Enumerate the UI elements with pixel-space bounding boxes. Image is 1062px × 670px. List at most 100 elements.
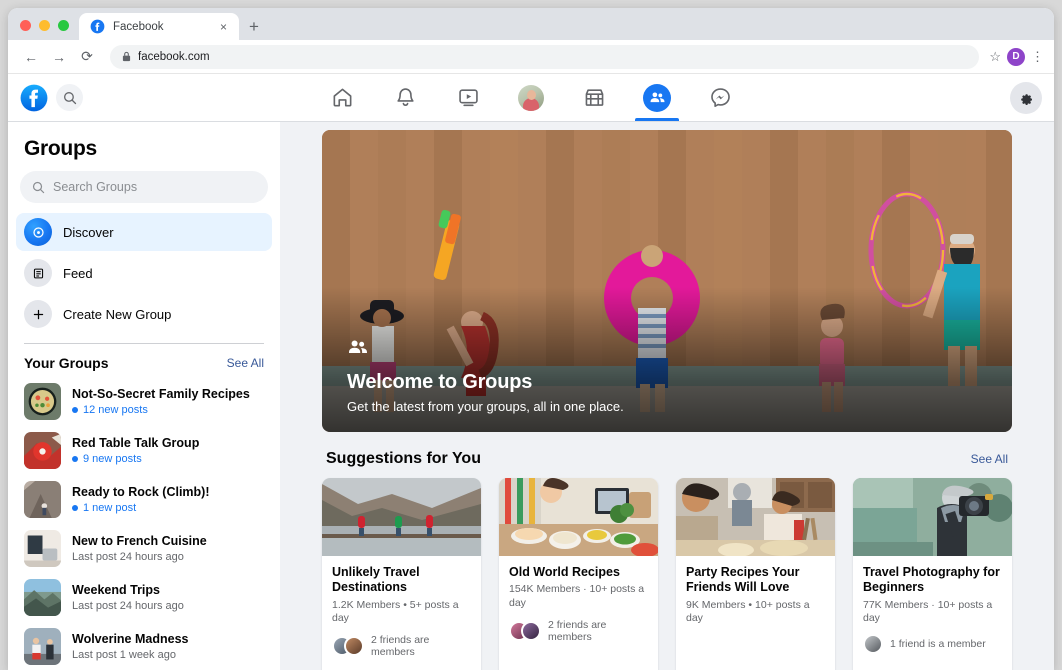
lock-icon	[122, 51, 131, 62]
facebook-header	[8, 74, 1054, 185]
group-info: New to French Cuisine Last post 24 hours…	[72, 534, 207, 564]
card-meta: 77K Members · 10+ posts a day	[863, 598, 993, 625]
group-thumbnail	[24, 383, 61, 420]
group-meta: 12 new posts	[72, 404, 250, 416]
group-info: Not-So-Secret Family Recipes 12 new post…	[72, 387, 250, 416]
feed-icon	[24, 259, 52, 287]
sidebar-item-label: Feed	[63, 265, 93, 281]
group-meta-text: Last post 1 week ago	[72, 649, 176, 662]
window-controls[interactable]	[16, 20, 79, 40]
suggestion-cards: Unlikely Travel Destinations 1.2K Member…	[322, 478, 1012, 670]
nav-notifications[interactable]	[379, 75, 431, 121]
bookmark-star-icon[interactable]: ☆	[989, 49, 1001, 65]
suggestions-see-all-link[interactable]: See All	[971, 452, 1008, 466]
list-item[interactable]: New to French Cuisine Last post 24 hours…	[16, 524, 272, 573]
header-nav	[316, 74, 746, 121]
group-name: Weekend Trips	[72, 582, 160, 597]
friend-avatars	[332, 636, 364, 657]
header-left	[20, 84, 83, 112]
suggestion-card[interactable]: Old World Recipes 154K Members · 10+ pos…	[499, 478, 658, 670]
sidebar-item-create-new-group[interactable]: Create New Group	[16, 295, 272, 333]
group-thumbnail	[24, 481, 61, 518]
close-tab-icon[interactable]: ×	[217, 19, 230, 35]
group-name: Ready to Rock (Climb)!	[72, 484, 210, 499]
nav-home[interactable]	[316, 75, 368, 121]
group-meta-text: Last post 24 hours ago	[72, 551, 184, 564]
browser-menu-icon[interactable]: ⋮	[1031, 50, 1044, 63]
group-name: Red Table Talk Group	[72, 435, 200, 450]
minimize-window-button[interactable]	[39, 20, 50, 31]
forward-icon[interactable]: →	[46, 44, 72, 70]
reload-icon[interactable]: ⟳	[74, 44, 100, 70]
hero-subtitle: Get the latest from your groups, all in …	[347, 399, 624, 414]
card-friends: 2 friends are members	[332, 634, 471, 658]
sidebar-item-label: Discover	[63, 224, 114, 240]
suggestion-card[interactable]: Travel Photography for Beginners 77K Mem…	[853, 478, 1012, 670]
group-info: Wolverine Madness Last post 1 week ago	[72, 632, 188, 662]
new-tab-button[interactable]: +	[239, 18, 269, 40]
friend-avatars	[509, 620, 541, 641]
card-meta: 154K Members · 10+ posts a day	[509, 583, 645, 610]
hero-groups-icon	[347, 336, 624, 363]
list-item[interactable]: Ready to Rock (Climb)! 1 new post	[16, 475, 272, 524]
browser-window: Facebook × + ← → ⟳ facebook.com ☆ D ⋮ Gr…	[8, 8, 1054, 670]
your-groups-see-all-link[interactable]: See All	[227, 356, 264, 370]
card-meta: 9K Members • 10+ posts a day	[686, 598, 810, 625]
group-meta: 9 new posts	[72, 453, 199, 465]
nav-groups[interactable]	[631, 75, 683, 121]
your-groups-header: Your Groups See All	[16, 344, 272, 377]
card-body: Party Recipes Your Friends Will Love 9K …	[676, 556, 835, 670]
list-item[interactable]: Red Table Talk Group 9 new posts	[16, 426, 272, 475]
group-thumbnail	[24, 579, 61, 616]
nav-watch[interactable]	[442, 75, 494, 121]
group-meta: Last post 1 week ago	[72, 649, 188, 661]
group-name: Wolverine Madness	[72, 631, 189, 646]
video-icon	[458, 89, 478, 107]
bell-icon	[396, 88, 414, 106]
discover-icon	[24, 218, 52, 246]
card-title: Travel Photography for Beginners	[863, 565, 1000, 595]
card-body: Unlikely Travel Destinations 1.2K Member…	[322, 556, 481, 670]
search-icon	[32, 181, 45, 193]
group-meta-text: Last post 24 hours ago	[72, 600, 184, 613]
list-item[interactable]: Not-So-Secret Family Recipes 12 new post…	[16, 377, 272, 426]
suggestion-card[interactable]: Unlikely Travel Destinations 1.2K Member…	[322, 478, 481, 670]
list-item[interactable]: Wolverine Madness Last post 1 week ago	[16, 622, 272, 670]
group-meta-text: 9 new posts	[83, 453, 142, 466]
card-title: Party Recipes Your Friends Will Love	[686, 565, 800, 595]
search-groups-input[interactable]: Search Groups	[20, 171, 268, 203]
avatar	[518, 84, 544, 111]
main-content: Welcome to Groups Get the latest from yo…	[280, 122, 1054, 670]
page-title: Groups	[24, 137, 97, 160]
nav-messenger[interactable]	[694, 75, 746, 121]
nav-marketplace[interactable]	[568, 75, 620, 121]
sidebar-item-discover[interactable]: Discover	[16, 213, 272, 251]
group-meta-text: 1 new post	[83, 502, 137, 515]
suggestions-heading: Suggestions for You	[326, 450, 481, 467]
settings-button[interactable]	[1010, 81, 1042, 114]
group-meta-text: 12 new posts	[83, 404, 148, 417]
address-bar[interactable]: facebook.com	[110, 44, 980, 69]
hero-title: Welcome to Groups	[347, 371, 533, 393]
nav-profile[interactable]	[505, 75, 557, 121]
list-item[interactable]: Weekend Trips Last post 24 hours ago	[16, 573, 272, 622]
group-thumbnail	[24, 530, 61, 567]
card-body: Old World Recipes 154K Members · 10+ pos…	[499, 556, 658, 670]
suggestion-card[interactable]: Party Recipes Your Friends Will Love 9K …	[676, 478, 835, 670]
card-friends: 2 friends are members	[509, 619, 648, 643]
sidebar-item-feed[interactable]: Feed	[16, 254, 272, 292]
group-meta: Last post 24 hours ago	[72, 600, 184, 612]
tab-strip: Facebook × +	[8, 8, 1054, 40]
browser-toolbar: ← → ⟳ facebook.com ☆ D ⋮	[8, 40, 1054, 74]
facebook-logo-icon[interactable]	[20, 84, 48, 112]
browser-tab[interactable]: Facebook ×	[79, 13, 239, 40]
friends-text: 2 friends are members	[371, 634, 430, 659]
card-friends: 1 friend is a member	[863, 634, 1002, 655]
browser-profile-avatar[interactable]: D	[1007, 47, 1025, 66]
back-icon[interactable]: ←	[18, 44, 44, 70]
hero-text-block: Welcome to Groups Get the latest from yo…	[347, 336, 624, 414]
header-search-button[interactable]	[56, 84, 83, 111]
maximize-window-button[interactable]	[58, 20, 69, 31]
close-window-button[interactable]	[20, 20, 31, 31]
group-thumbnail	[24, 432, 61, 469]
